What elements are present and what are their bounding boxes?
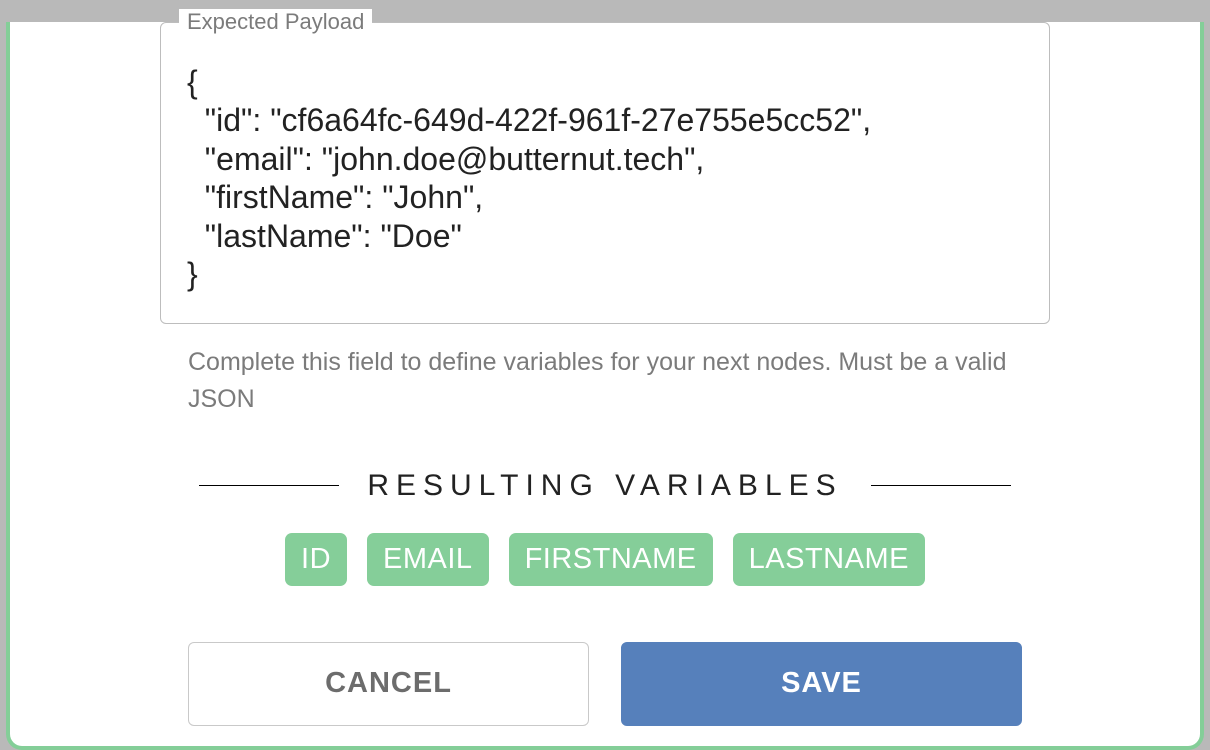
- modal-backdrop: Expected Payload { "id": "cf6a64fc-649d-…: [0, 0, 1210, 734]
- expected-payload-field[interactable]: Expected Payload { "id": "cf6a64fc-649d-…: [160, 22, 1050, 324]
- modal-button-row: CANCEL SAVE: [160, 642, 1050, 726]
- expected-payload-helper: Complete this field to define variables …: [188, 344, 1022, 417]
- variable-chip-id[interactable]: ID: [285, 533, 347, 586]
- variable-chip-lastname[interactable]: LASTNAME: [733, 533, 925, 586]
- cancel-button[interactable]: CANCEL: [188, 642, 589, 726]
- save-button[interactable]: SAVE: [621, 642, 1022, 726]
- expected-payload-legend: Expected Payload: [179, 9, 372, 35]
- resulting-variables-heading: RESULTING VARIABLES: [367, 469, 842, 503]
- variable-chip-email[interactable]: EMAIL: [367, 533, 489, 586]
- variable-chip-firstname[interactable]: FIRSTNAME: [509, 533, 713, 586]
- expected-payload-value[interactable]: { "id": "cf6a64fc-649d-422f-961f-27e755e…: [187, 63, 1023, 293]
- divider-line-left: [199, 485, 339, 486]
- resulting-variables-chips: ID EMAIL FIRSTNAME LASTNAME: [160, 533, 1050, 586]
- payload-modal: Expected Payload { "id": "cf6a64fc-649d-…: [6, 22, 1204, 750]
- divider-line-right: [871, 485, 1011, 486]
- resulting-variables-divider: RESULTING VARIABLES: [160, 469, 1050, 503]
